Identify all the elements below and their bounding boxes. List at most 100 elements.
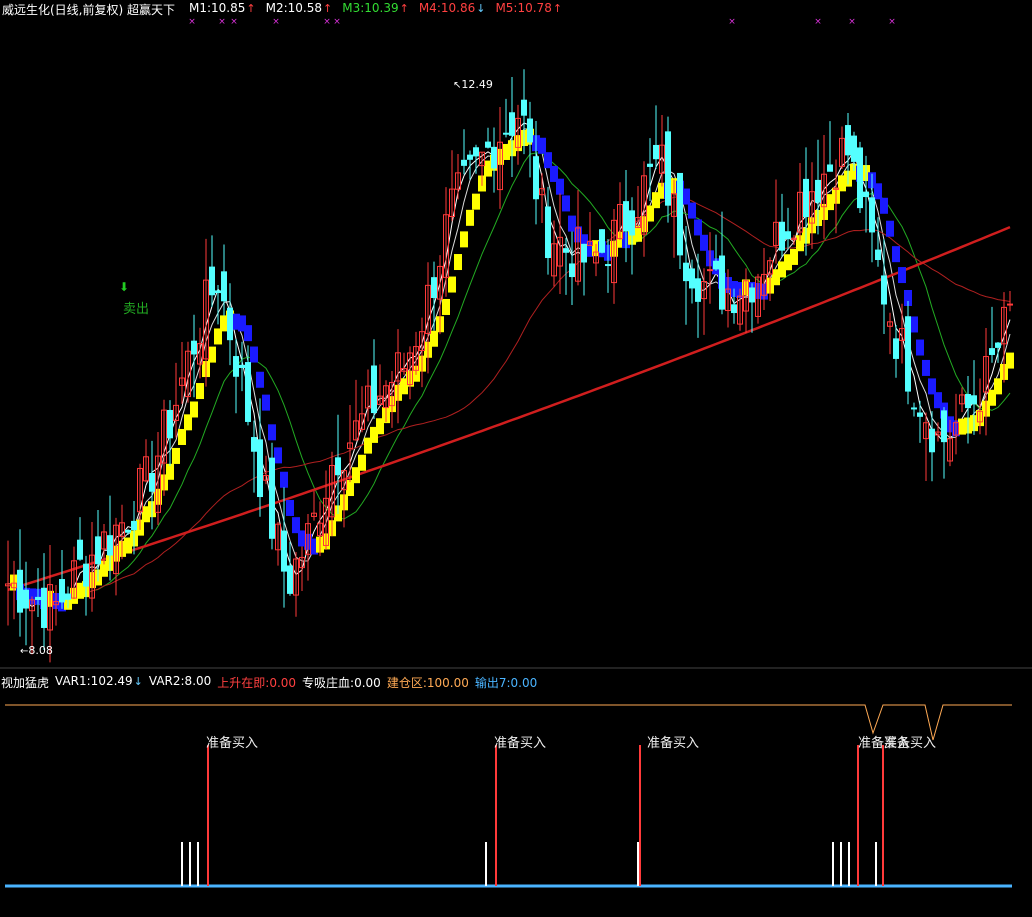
marker-icon: × <box>814 17 822 27</box>
candle-body <box>749 287 755 303</box>
trend-band-segment <box>190 401 198 418</box>
trend-band-segment <box>916 339 924 356</box>
candle-body <box>233 356 239 377</box>
candle-body <box>485 141 491 148</box>
candle-body <box>527 118 533 143</box>
candle-body <box>677 172 683 256</box>
candle-body <box>191 340 197 355</box>
candle-body <box>827 164 833 172</box>
candle-body <box>881 275 887 305</box>
trend-band-segment <box>274 447 282 464</box>
trend-band-segment <box>430 330 438 347</box>
candle-body <box>371 365 377 414</box>
candle-body <box>863 191 869 198</box>
build-zone-value: 建仓区:100.00 <box>386 676 469 690</box>
signal-label: 准备买入 <box>647 736 700 751</box>
candle-body <box>869 197 875 233</box>
chart-canvas: × × × × × × × × × × <box>0 17 1032 888</box>
trend-band-segment <box>208 346 216 363</box>
indicator-title: 视加猛虎 <box>1 676 50 690</box>
candle-body <box>875 249 881 261</box>
trend-band-segment <box>268 424 276 441</box>
candle-body <box>689 268 695 289</box>
indicator-header: 视加猛虎 VAR1:102.49↓ VAR2:8.00 上升在即:0.00 专吸… <box>1 674 537 691</box>
candle-body <box>257 439 263 498</box>
candle-body <box>17 569 23 613</box>
candle-body <box>467 154 473 160</box>
candle-body <box>509 112 515 136</box>
ma-arrow-icon: ↑ <box>399 2 409 15</box>
sell-arrow-icon: ⬇ <box>119 280 130 294</box>
trend-band-segment <box>448 276 456 293</box>
ma-value-5: M5:10.78↑ <box>495 1 563 15</box>
trend-band-segment <box>700 234 708 251</box>
sell-signal-label: 卖出 <box>123 302 150 317</box>
trend-band-segment <box>442 298 450 315</box>
candle-body <box>845 125 851 156</box>
ma-value-2: M2:10.58↑ <box>265 1 333 15</box>
candle-body <box>149 473 155 492</box>
var1-value: VAR1:102.49 <box>55 674 133 688</box>
trend-band-segment <box>196 383 204 400</box>
candle-body <box>713 260 719 270</box>
candle-body <box>719 255 725 310</box>
candle-body <box>209 266 215 296</box>
candle-body <box>707 269 713 272</box>
candle-body <box>239 364 245 368</box>
candle-body <box>227 307 233 341</box>
candle-body <box>779 221 785 251</box>
candle-body <box>215 290 221 294</box>
trend-band-segment <box>790 248 798 265</box>
candle-body <box>665 131 671 206</box>
candle-body <box>563 248 569 253</box>
marker-icon: × <box>888 17 896 27</box>
var2-value: VAR2:8.00 <box>148 674 212 688</box>
trend-band-segment <box>562 195 570 212</box>
chart-header: 威远生化(日线,前复权) 超赢天下 M1:10.85↑ M2:10.58↑ M3:1… <box>2 1 562 18</box>
trend-band-segment <box>472 193 480 210</box>
ma-arrow-icon: ↓ <box>476 2 486 15</box>
marker-icon: × <box>848 17 856 27</box>
ma-arrow-icon: ↑ <box>552 2 563 15</box>
ma-value-4: M4:10.86↓ <box>418 1 486 15</box>
candle-body <box>461 159 467 166</box>
marker-icon: × <box>188 17 196 27</box>
candle-body <box>971 395 977 405</box>
candle-body <box>281 530 287 572</box>
trend-band-segment <box>166 463 174 480</box>
candle-body <box>269 457 275 539</box>
candle-body <box>911 407 917 410</box>
trend-band-segment <box>694 219 702 236</box>
candle-body <box>533 156 539 200</box>
candle-body <box>731 304 737 314</box>
candle-body <box>623 201 629 232</box>
candle-body <box>917 412 923 417</box>
trend-band-segment <box>262 394 270 411</box>
marker-icon: × <box>272 17 280 27</box>
candle-body <box>41 587 47 628</box>
marker-icon: × <box>333 17 341 27</box>
candle-body <box>605 264 611 267</box>
candle-body <box>653 144 659 160</box>
trend-band-segment <box>256 371 264 388</box>
candle-body <box>599 229 605 253</box>
trend-band-segment <box>250 346 258 363</box>
candle-body <box>815 179 821 203</box>
trend-band-segment <box>688 202 696 219</box>
trend-band-segment <box>994 378 1002 395</box>
candle-body <box>491 146 497 169</box>
ma-line-3 <box>7 152 1011 603</box>
trend-band-segment <box>910 316 918 333</box>
candle-body <box>905 316 911 392</box>
candle-body <box>683 262 689 282</box>
candle-body <box>65 593 71 600</box>
marker-icon: × <box>218 17 226 27</box>
candle-body <box>473 147 479 157</box>
trend-band-segment <box>358 454 366 471</box>
candle-body <box>167 409 173 439</box>
signal-label: 准备买入 <box>884 736 937 751</box>
ma-arrow-icon: ↑ <box>323 2 333 15</box>
low-price-label: ←8.08 <box>20 644 53 657</box>
candle-body <box>929 428 935 453</box>
candle-body <box>893 338 899 359</box>
